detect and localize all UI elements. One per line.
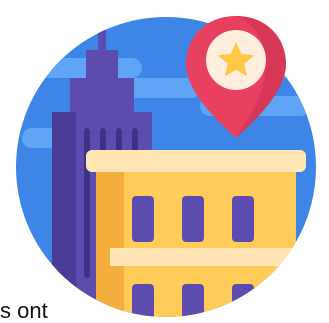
foreground-building <box>86 150 306 317</box>
city-location-icon <box>16 16 316 317</box>
cut-off-caption: s ont <box>0 298 48 323</box>
